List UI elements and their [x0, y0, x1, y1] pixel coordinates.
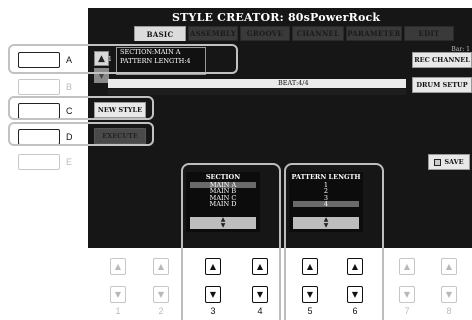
button-6-down[interactable]: ▼ — [347, 286, 363, 303]
button-1-up[interactable]: ▲ — [110, 258, 126, 275]
button-6-up[interactable]: ▲ — [347, 258, 363, 275]
button-number-6: 6 — [352, 306, 358, 316]
beat-text: BEAT:4/4 — [278, 79, 309, 87]
button-8-up[interactable]: ▲ — [441, 258, 457, 275]
pattern-length-column-bracket — [284, 163, 384, 320]
beat-row: BEAT:4/4 — [108, 79, 406, 88]
save-icon — [434, 158, 442, 166]
highlight-frame-c — [8, 96, 154, 120]
side-label-b: B — [66, 82, 73, 92]
button-2-down[interactable]: ▼ — [153, 286, 169, 303]
tab-basic[interactable]: BASIC — [134, 26, 186, 41]
button-number-4: 4 — [257, 306, 263, 316]
button-4-down[interactable]: ▼ — [252, 286, 268, 303]
tab-bar: BASIC ASSEMBLY GROOVE CHANNEL PARAMETER … — [134, 26, 472, 41]
button-3-up[interactable]: ▲ — [205, 258, 221, 275]
button-2-up[interactable]: ▲ — [153, 258, 169, 275]
highlight-frame-a — [8, 44, 238, 74]
button-7-down[interactable]: ▼ — [399, 286, 415, 303]
button-number-2: 2 — [158, 306, 164, 316]
side-button-b[interactable] — [18, 79, 60, 95]
button-number-1: 1 — [115, 306, 121, 316]
button-number-5: 5 — [307, 306, 313, 316]
button-7-up[interactable]: ▲ — [399, 258, 415, 275]
button-number-3: 3 — [210, 306, 216, 316]
tab-edit[interactable]: EDIT — [404, 26, 454, 41]
button-number-8: 8 — [446, 306, 452, 316]
rec-channel-button[interactable]: REC CHANNEL — [412, 52, 472, 68]
button-5-down[interactable]: ▼ — [302, 286, 318, 303]
side-label-e: E — [66, 157, 73, 167]
screen-title: STYLE CREATOR: 80sPowerRock — [172, 11, 381, 24]
tab-groove[interactable]: GROOVE — [240, 26, 290, 41]
info-strip — [108, 89, 406, 95]
tab-parameter[interactable]: PARAMETER — [346, 26, 402, 41]
button-4-up[interactable]: ▲ — [252, 258, 268, 275]
button-1-down[interactable]: ▼ — [110, 286, 126, 303]
tab-channel[interactable]: CHANNEL — [292, 26, 344, 41]
drum-setup-button[interactable]: DRUM SETUP — [412, 77, 472, 93]
side-button-e[interactable] — [18, 154, 60, 170]
save-button[interactable]: SAVE — [428, 154, 470, 170]
button-8-down[interactable]: ▼ — [441, 286, 457, 303]
tab-assembly[interactable]: ASSEMBLY — [188, 26, 238, 41]
button-5-up[interactable]: ▲ — [302, 258, 318, 275]
button-number-7: 7 — [404, 306, 410, 316]
highlight-frame-d — [8, 122, 154, 146]
button-3-down[interactable]: ▼ — [205, 286, 221, 303]
